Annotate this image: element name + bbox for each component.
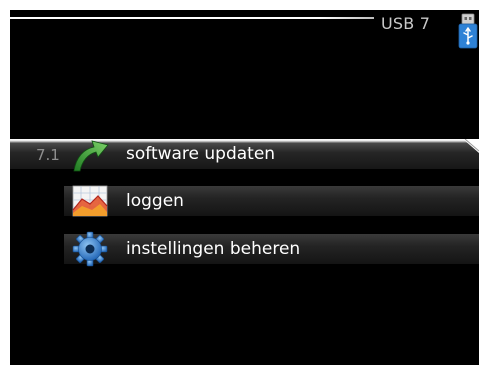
page-title: USB 7 bbox=[381, 14, 431, 33]
menu-item-software-updaten[interactable]: 7.1 software updaten bbox=[10, 139, 479, 172]
menu-item-instellingen-beheren[interactable]: instellingen beheren bbox=[10, 231, 479, 267]
menu-item-loggen[interactable]: loggen bbox=[10, 185, 479, 217]
display-screen: USB 7 7.1 software updaten loggen instel… bbox=[10, 10, 479, 365]
page-corner-icon bbox=[463, 139, 479, 153]
menu-item-label: loggen bbox=[126, 191, 184, 211]
menu-item-label: instellingen beheren bbox=[126, 239, 301, 259]
usb-stick-icon bbox=[458, 13, 478, 49]
menu-item-label: software updaten bbox=[126, 144, 276, 164]
gear-icon bbox=[72, 231, 108, 267]
menu-item-number: 7.1 bbox=[36, 146, 60, 164]
header-divider bbox=[10, 17, 374, 19]
green-arrow-icon bbox=[73, 140, 109, 172]
chart-log-icon bbox=[72, 185, 108, 217]
